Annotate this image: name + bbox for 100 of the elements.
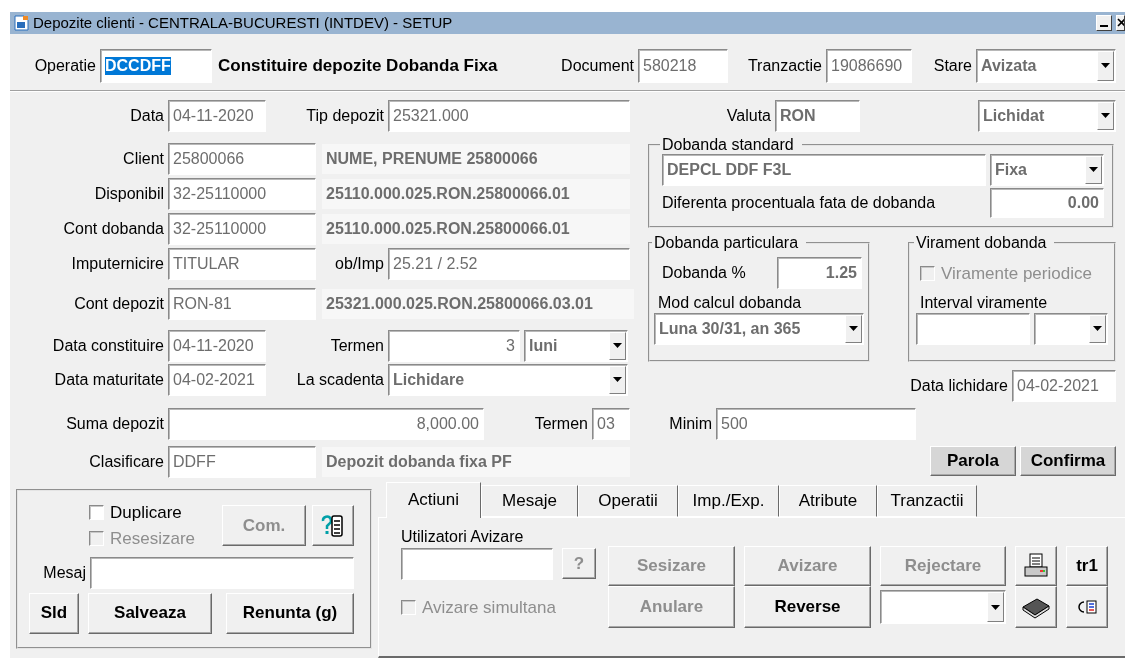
field-label: Data lichidare xyxy=(909,376,1009,395)
window-title: Depozite clienti - CENTRALA-BUCURESTI (INTDEV) - SETUP xyxy=(33,14,454,32)
dropdown[interactable]: Avizata xyxy=(976,48,1116,83)
field-label: Minim xyxy=(668,414,713,433)
dropdown[interactable]: luni xyxy=(524,329,628,362)
field-label: Operatie xyxy=(33,56,97,75)
field-label: Data constituire xyxy=(51,336,165,355)
text-field[interactable]: 0.00 xyxy=(990,187,1104,218)
tab[interactable]: Operatii xyxy=(578,484,678,517)
dropdown[interactable]: Fixa xyxy=(990,153,1104,186)
field-label: Termen xyxy=(329,336,385,355)
button[interactable]: Confirma xyxy=(1020,445,1116,476)
text-field[interactable]: 04-02-2021 xyxy=(1012,369,1116,402)
caret-icon xyxy=(613,343,622,349)
printer-icon xyxy=(1022,551,1050,580)
button[interactable]: Reverse xyxy=(744,586,871,629)
field-label: Client xyxy=(122,149,165,168)
account-description: 25321.000.025.RON.25800066.03.01 xyxy=(322,288,634,319)
field-label: Interval viramente xyxy=(920,293,1049,312)
field-label: La scadenta xyxy=(295,370,385,389)
text-field[interactable]: 03 xyxy=(592,407,630,440)
question-list-icon xyxy=(321,513,345,538)
field-label: Document xyxy=(560,56,635,75)
caret-icon xyxy=(849,326,858,332)
dropdown[interactable]: Lichidat xyxy=(978,99,1116,132)
field-label: Termen xyxy=(533,414,589,433)
classification-description: Depozit dobanda fixa PF xyxy=(322,446,630,477)
text-field[interactable]: 8,000.00 xyxy=(168,407,484,440)
operation-name: Constituire depozite Dobanda Fixa xyxy=(218,55,499,76)
operation-field[interactable]: DCCDFF xyxy=(100,48,212,83)
field-label: Cont dobanda xyxy=(62,219,165,238)
text-field[interactable]: TITULAR xyxy=(168,247,316,280)
dropdown[interactable]: Lichidare xyxy=(388,363,628,396)
tab[interactable]: Imp./Exp. xyxy=(678,484,779,517)
text-field[interactable]: 32-25110000 xyxy=(168,177,316,210)
tab[interactable]: Actiuni xyxy=(386,481,481,518)
text-field[interactable]: DDFF xyxy=(168,445,316,478)
checkbox[interactable]: Duplicare xyxy=(89,502,220,523)
button[interactable]: tr1 xyxy=(1066,545,1108,586)
text-field[interactable]: RON-81 xyxy=(168,287,316,320)
text-field[interactable]: 04-11-2020 xyxy=(168,99,266,132)
print-button[interactable] xyxy=(1015,545,1057,586)
field-label: Tranzactie xyxy=(746,56,823,75)
account-description: 25110.000.025.RON.25800066.01 xyxy=(322,178,630,209)
field-label: Valuta xyxy=(725,106,772,125)
text-field[interactable]: 25.21 / 2.52 xyxy=(388,247,630,280)
caret-icon xyxy=(1089,167,1098,173)
field-label: Imputernicire xyxy=(70,254,165,273)
minimize-icon xyxy=(1100,24,1108,27)
caret-icon xyxy=(613,377,622,383)
text-field[interactable]: 04-11-2020 xyxy=(168,329,266,362)
caret-icon xyxy=(1101,113,1110,119)
field-label: Mesaj xyxy=(42,563,87,582)
text-field[interactable] xyxy=(916,312,1030,345)
dropdown[interactable] xyxy=(880,590,1006,625)
caret-icon xyxy=(1093,326,1102,332)
client-name: NUME, PRENUME 25800066 xyxy=(322,143,630,174)
minimize-button[interactable] xyxy=(1096,14,1112,31)
field-label: Tip depozit xyxy=(305,106,385,125)
text-field[interactable]: 32-25110000 xyxy=(168,212,316,245)
field-label: Stare xyxy=(932,56,973,75)
field-label: Diferenta procentuala fata de dobanda xyxy=(662,193,937,212)
account-description: 25110.000.025.RON.25800066.01 xyxy=(322,213,630,244)
text-field[interactable]: 580218 xyxy=(638,48,728,83)
dropdown[interactable]: Luna 30/31, an 365 xyxy=(654,312,864,345)
text-field[interactable]: RON xyxy=(775,99,860,132)
app-icon xyxy=(14,14,29,31)
field-label: ob/Imp xyxy=(334,254,385,273)
text-field[interactable] xyxy=(401,547,553,580)
help-list-button[interactable] xyxy=(312,505,354,547)
text-field[interactable]: 04-02-2021 xyxy=(168,363,266,396)
text-field[interactable]: 19086690 xyxy=(826,48,912,83)
group-title: Dobanda particulara xyxy=(653,233,800,252)
caret-icon xyxy=(1101,63,1110,69)
tab[interactable]: Mesaje xyxy=(481,484,578,517)
button[interactable]: Sld xyxy=(29,592,79,634)
text-field[interactable]: DEPCL DDF F3L xyxy=(662,153,986,186)
field-label: Mod calcul dobanda xyxy=(658,293,803,312)
refresh-list-button[interactable] xyxy=(1066,586,1108,629)
text-field[interactable]: 500 xyxy=(716,407,916,440)
tab[interactable]: Atribute xyxy=(779,484,877,517)
text-field[interactable]: 25321.000 xyxy=(388,99,630,132)
text-field[interactable]: 25800066 xyxy=(168,142,316,175)
field-label: Disponibil xyxy=(93,184,165,203)
text-field[interactable] xyxy=(90,556,354,589)
book-button[interactable] xyxy=(1015,586,1057,629)
text-field[interactable]: 3 xyxy=(388,329,520,362)
field-label: Clasificare xyxy=(88,452,165,471)
group-title: Virament dobanda xyxy=(915,233,1048,252)
field-label: Dobanda % xyxy=(662,263,747,282)
close-button[interactable] xyxy=(1116,14,1125,31)
button[interactable]: Renunta (g) xyxy=(226,592,354,634)
text-field[interactable]: 1.25 xyxy=(777,256,862,289)
tab[interactable]: Tranzactii xyxy=(877,484,977,517)
refresh-list-icon xyxy=(1076,599,1098,616)
caret-icon xyxy=(991,604,1000,610)
button[interactable]: Parola xyxy=(930,445,1016,476)
dropdown[interactable] xyxy=(1034,312,1108,345)
button[interactable]: Salveaza xyxy=(88,592,212,634)
field-label: Cont depozit xyxy=(73,294,165,313)
